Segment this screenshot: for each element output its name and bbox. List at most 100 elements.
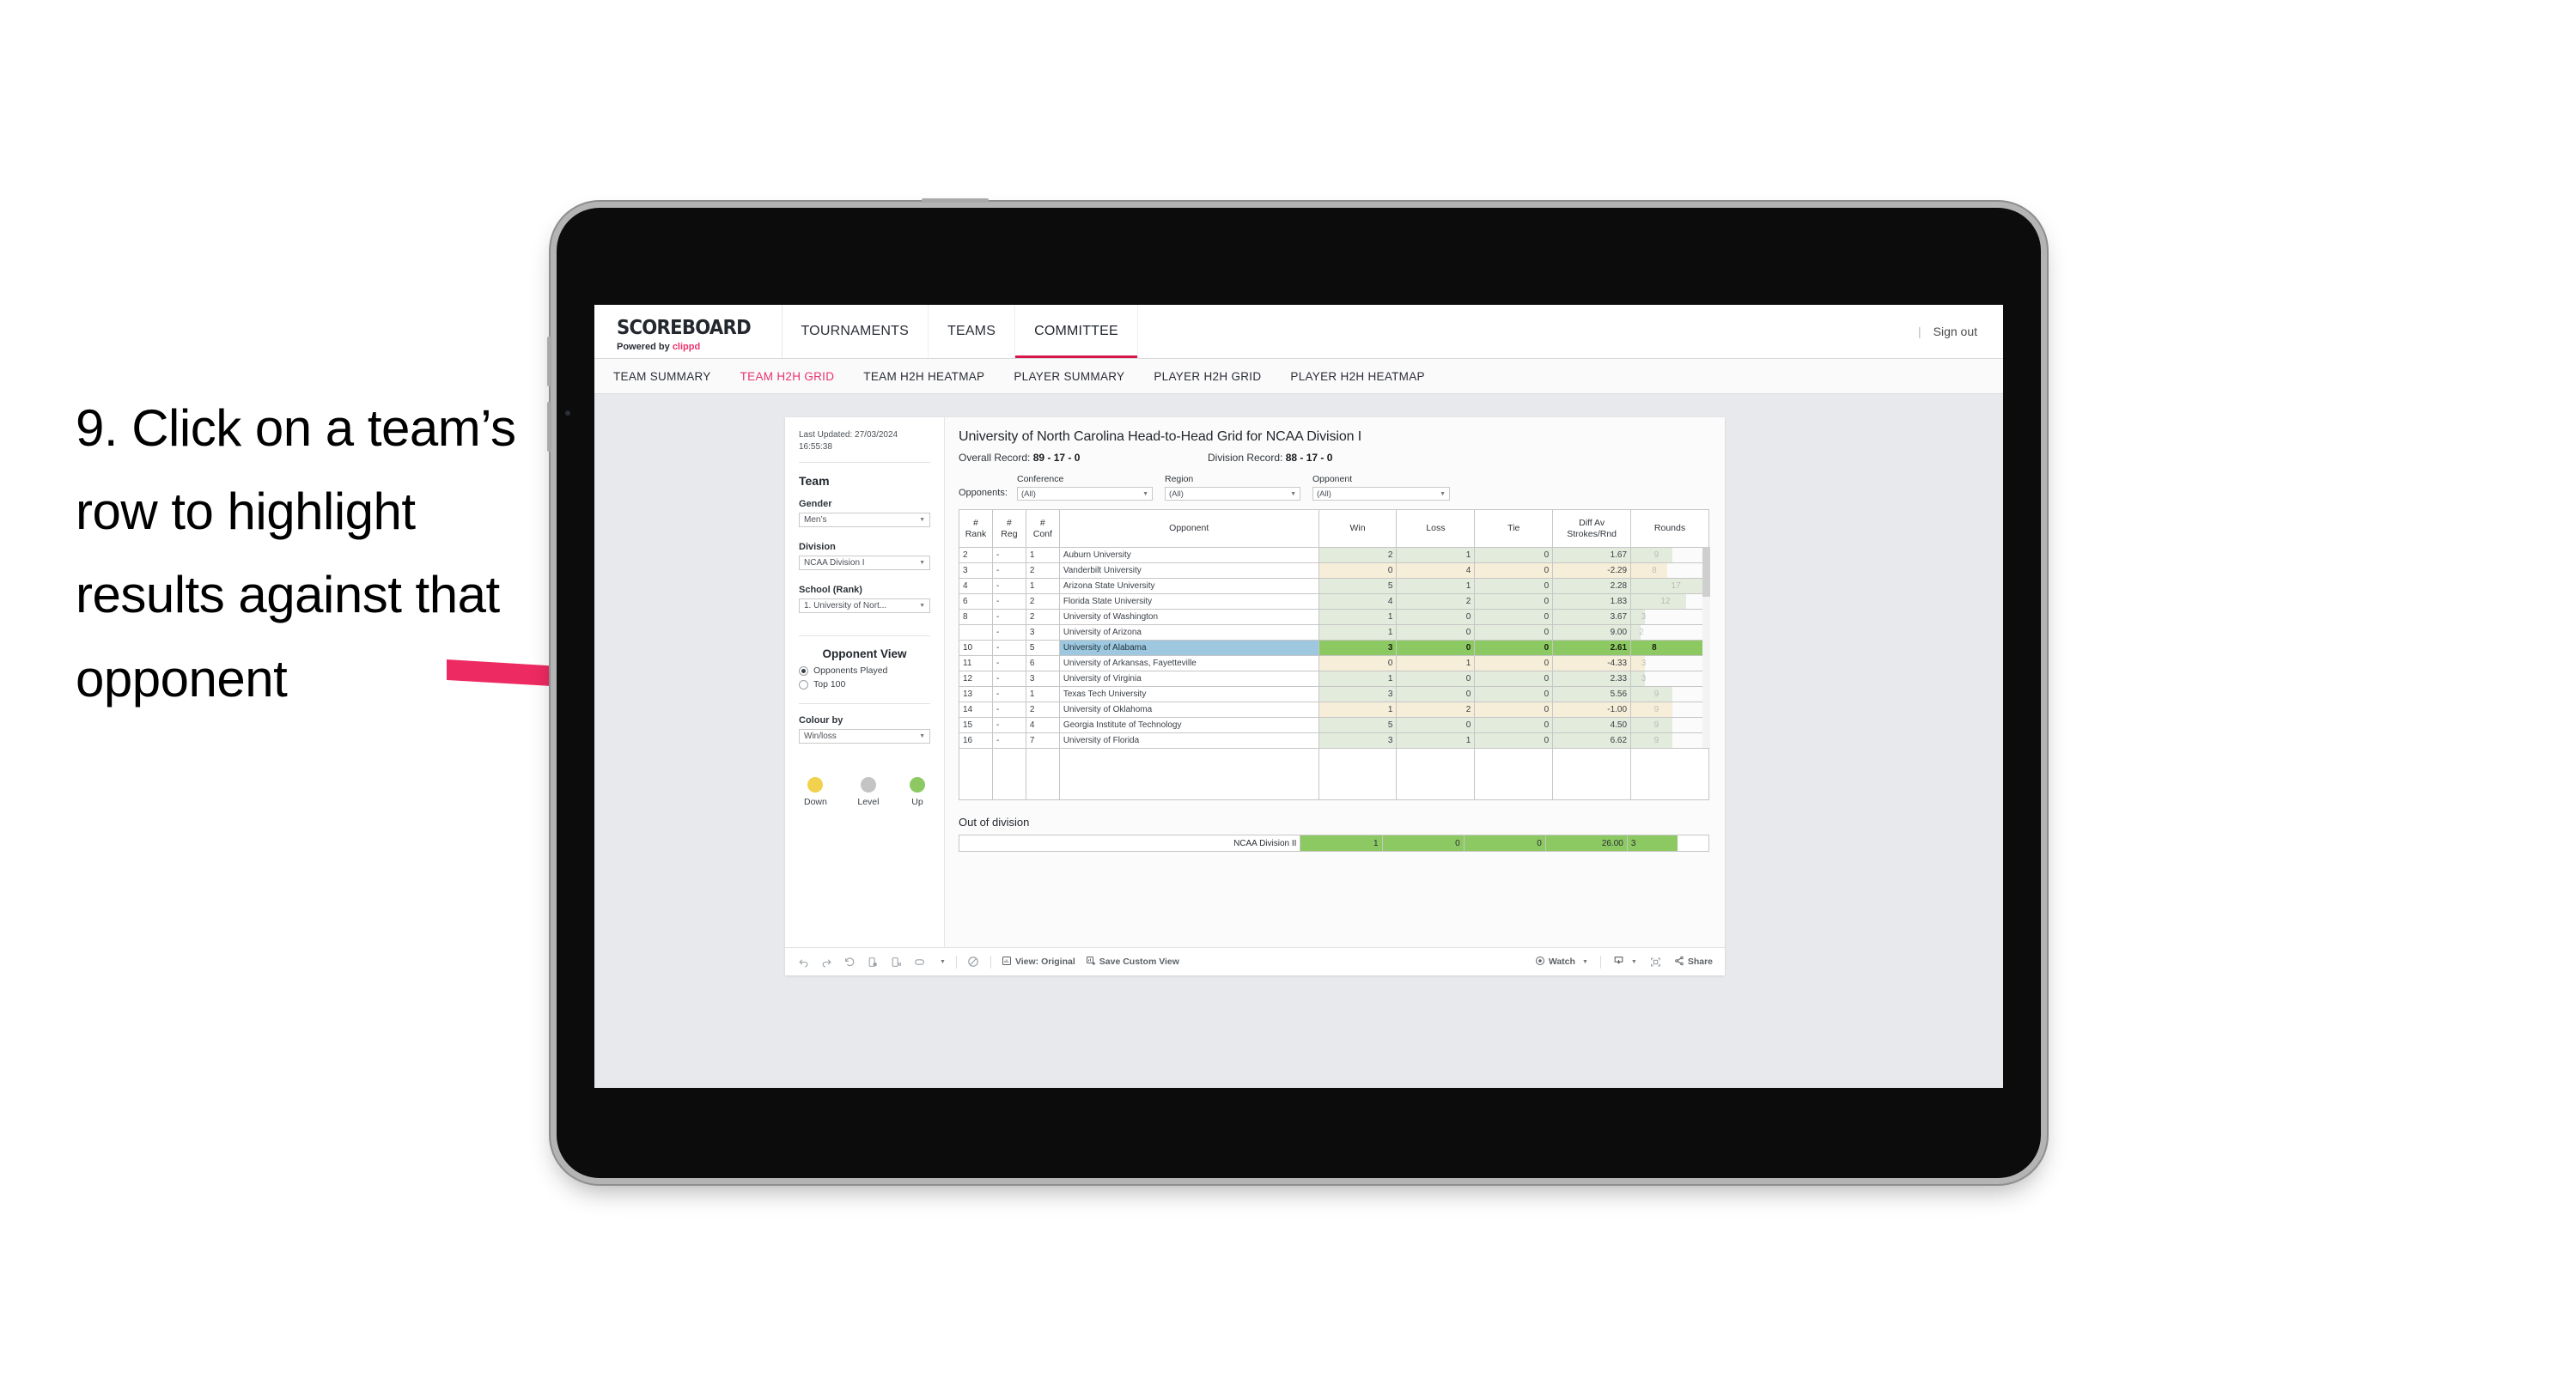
opponent-filter: Opponent (All) ▼ [1312, 474, 1450, 501]
nav-item-teams[interactable]: TEAMS [929, 305, 1016, 358]
pause-auto-update-icon[interactable] [890, 956, 903, 969]
tab-player-h2h-heatmap[interactable]: PLAYER H2H HEATMAP [1290, 370, 1424, 383]
undo-icon[interactable] [797, 956, 810, 969]
view-original-button[interactable]: View: Original [1002, 956, 1075, 969]
table-row[interactable]: 10-5 University of Alabama 3 0 0 2.61 8 [959, 640, 1709, 656]
region-select[interactable]: (All) ▼ [1165, 487, 1300, 501]
cell-rounds: 12 [1630, 593, 1709, 610]
cell-reg: - [991, 702, 1026, 718]
rounds-value: 3 [1641, 612, 1647, 622]
dashboard-panel: Last Updated: 27/03/2024 16:55:38 Team G… [785, 417, 1725, 975]
school-select[interactable]: 1. University of Nort... ▼ [799, 598, 930, 613]
cell-rank: 16 [959, 732, 993, 749]
save-custom-view-button[interactable]: Save Custom View [1086, 956, 1179, 969]
overall-record-label: Overall Record: [959, 452, 1031, 464]
download-button[interactable]: ▼ [1613, 955, 1637, 969]
tab-team-summary[interactable]: TEAM SUMMARY [613, 370, 711, 383]
gender-label: Gender [799, 499, 832, 509]
camera-lens [565, 410, 570, 416]
conference-select[interactable]: (All) ▼ [1017, 487, 1153, 501]
table-row[interactable]: 4-1 Arizona State University 5 1 0 2.28 17 [959, 578, 1709, 594]
head-to-head-grid: # Rank # Reg # Conf Opponent Win Loss Tie D… [959, 509, 1709, 800]
nav-item-committee[interactable]: COMMITTEE [1015, 305, 1138, 358]
tab-team-h2h-heatmap[interactable]: TEAM H2H HEATMAP [863, 370, 984, 383]
grid-scroll-zone: # Rank # Reg # Conf Opponent Win Loss Tie D… [959, 509, 1710, 800]
cell-rank [959, 624, 993, 641]
cell-tie: 0 [1474, 655, 1554, 671]
cell-rank: 15 [959, 717, 993, 733]
table-row[interactable]: 15-4 Georgia Institute of Technology 5 0 0 4.… [959, 717, 1709, 733]
table-row[interactable]: 8-2 University of Washington 1 0 0 3.67 3 [959, 609, 1709, 625]
table-row[interactable]: 16-7 University of Florida 3 1 0 6.62 9 [959, 732, 1709, 749]
cell-conf: 2 [1025, 593, 1060, 610]
cell-loss: 0 [1396, 609, 1476, 625]
col-win[interactable]: Win [1318, 509, 1398, 548]
cell-loss: 0 [1396, 671, 1476, 687]
col-diff[interactable]: Diff Av Strokes/Rnd [1552, 509, 1632, 548]
chevron-down-icon[interactable]: ▼ [940, 959, 946, 965]
opponent-view-heading: Opponent View [822, 647, 907, 660]
cell-win: 1 [1318, 671, 1398, 687]
tableau-toolbar: ▼ View: Original Save Custom View Watch … [785, 947, 1725, 975]
brand-tagline-clippd: clippd [672, 341, 701, 352]
rounds-bar [1631, 641, 1668, 655]
radio-top-100[interactable]: Top 100 [799, 679, 930, 689]
table-row-empty [959, 748, 1709, 800]
col-rounds[interactable]: Rounds [1630, 509, 1709, 548]
redo-icon[interactable] [820, 956, 833, 969]
clear-sheet-icon[interactable] [967, 956, 980, 969]
table-row[interactable]: 14-2 University of Oklahoma 1 2 0 -1.00 9 [959, 702, 1709, 718]
legend-item-down: Down [804, 777, 827, 807]
tab-player-h2h-grid[interactable]: PLAYER H2H GRID [1154, 370, 1261, 383]
sign-out-link[interactable]: Sign out [1934, 325, 1977, 338]
table-row[interactable]: 13-1 Texas Tech University 3 0 0 5.56 9 [959, 686, 1709, 702]
screenshot-root: 9. Click on a team’s row to highlight re… [0, 0, 2576, 1385]
chevron-down-icon: ▼ [919, 517, 925, 523]
secondary-nav: TEAM SUMMARY TEAM H2H GRID TEAM H2H HEAT… [594, 359, 2003, 394]
cell-opponent: University of Arizona [1058, 624, 1319, 641]
cell-conf: 6 [1025, 655, 1060, 671]
grid-scrollbar-thumb[interactable] [1702, 547, 1710, 597]
gender-select[interactable]: Men’s ▼ [799, 513, 930, 527]
toolbar-divider-2 [990, 955, 991, 969]
chevron-down-icon: ▼ [919, 560, 925, 566]
nav-item-tournaments[interactable]: TOURNAMENTS [783, 305, 929, 358]
table-row[interactable]: -3 University of Arizona 1 0 0 9.00 2 [959, 624, 1709, 641]
radio-opponents-played[interactable]: Opponents Played [799, 665, 930, 676]
fullscreen-icon[interactable] [1649, 956, 1662, 969]
division-select[interactable]: NCAA Division I ▼ [799, 556, 930, 570]
cell-rounds: 8 [1630, 562, 1709, 579]
opponent-select[interactable]: (All) ▼ [1312, 487, 1450, 501]
col-loss[interactable]: Loss [1396, 509, 1476, 548]
colour-by-select[interactable]: Win/loss ▼ [799, 729, 930, 744]
rounds-bar [1631, 563, 1668, 578]
table-row[interactable]: 3-2 Vanderbilt University 0 4 0 -2.29 8 [959, 562, 1709, 579]
col-reg[interactable]: # Reg [991, 509, 1026, 548]
out-of-division-row[interactable]: NCAA Division II 1 0 0 26.00 3 [958, 835, 1710, 852]
table-row[interactable]: 6-2 Florida State University 4 2 0 1.83 12 [959, 593, 1709, 610]
refresh-data-icon[interactable] [867, 956, 880, 969]
cell-reg: - [991, 640, 1026, 656]
watch-icon [1535, 956, 1545, 969]
col-tie[interactable]: Tie [1474, 509, 1554, 548]
cell-tie: 0 [1474, 702, 1554, 718]
cell-rank: 10 [959, 640, 993, 656]
table-row[interactable]: 11-6 University of Arkansas, Fayetteville… [959, 655, 1709, 671]
col-opponent[interactable]: Opponent [1058, 509, 1319, 548]
cell-loss: 1 [1396, 655, 1476, 671]
app-header: SCOREBOARD Powered by clippd TOURNAMENTS… [594, 305, 2003, 359]
cell-conf: 1 [1025, 578, 1060, 594]
col-conf[interactable]: # Conf [1025, 509, 1060, 548]
col-rank[interactable]: # Rank [959, 509, 993, 548]
rounds-value: 9 [1653, 705, 1659, 714]
table-row[interactable]: 2-1 Auburn University 2 1 0 1.67 9 [959, 547, 1709, 563]
table-row[interactable]: 12-3 University of Virginia 1 0 0 2.33 3 [959, 671, 1709, 687]
share-button[interactable]: Share [1674, 956, 1713, 969]
cell-conf: 5 [1025, 640, 1060, 656]
revert-icon[interactable] [843, 956, 856, 969]
watch-button[interactable]: Watch ▼ [1535, 956, 1588, 969]
tab-player-summary[interactable]: PLAYER SUMMARY [1014, 370, 1124, 383]
header-right: | Sign out [1918, 305, 2003, 358]
tab-team-h2h-grid[interactable]: TEAM H2H GRID [740, 370, 835, 383]
device-layout-icon[interactable] [913, 956, 926, 969]
